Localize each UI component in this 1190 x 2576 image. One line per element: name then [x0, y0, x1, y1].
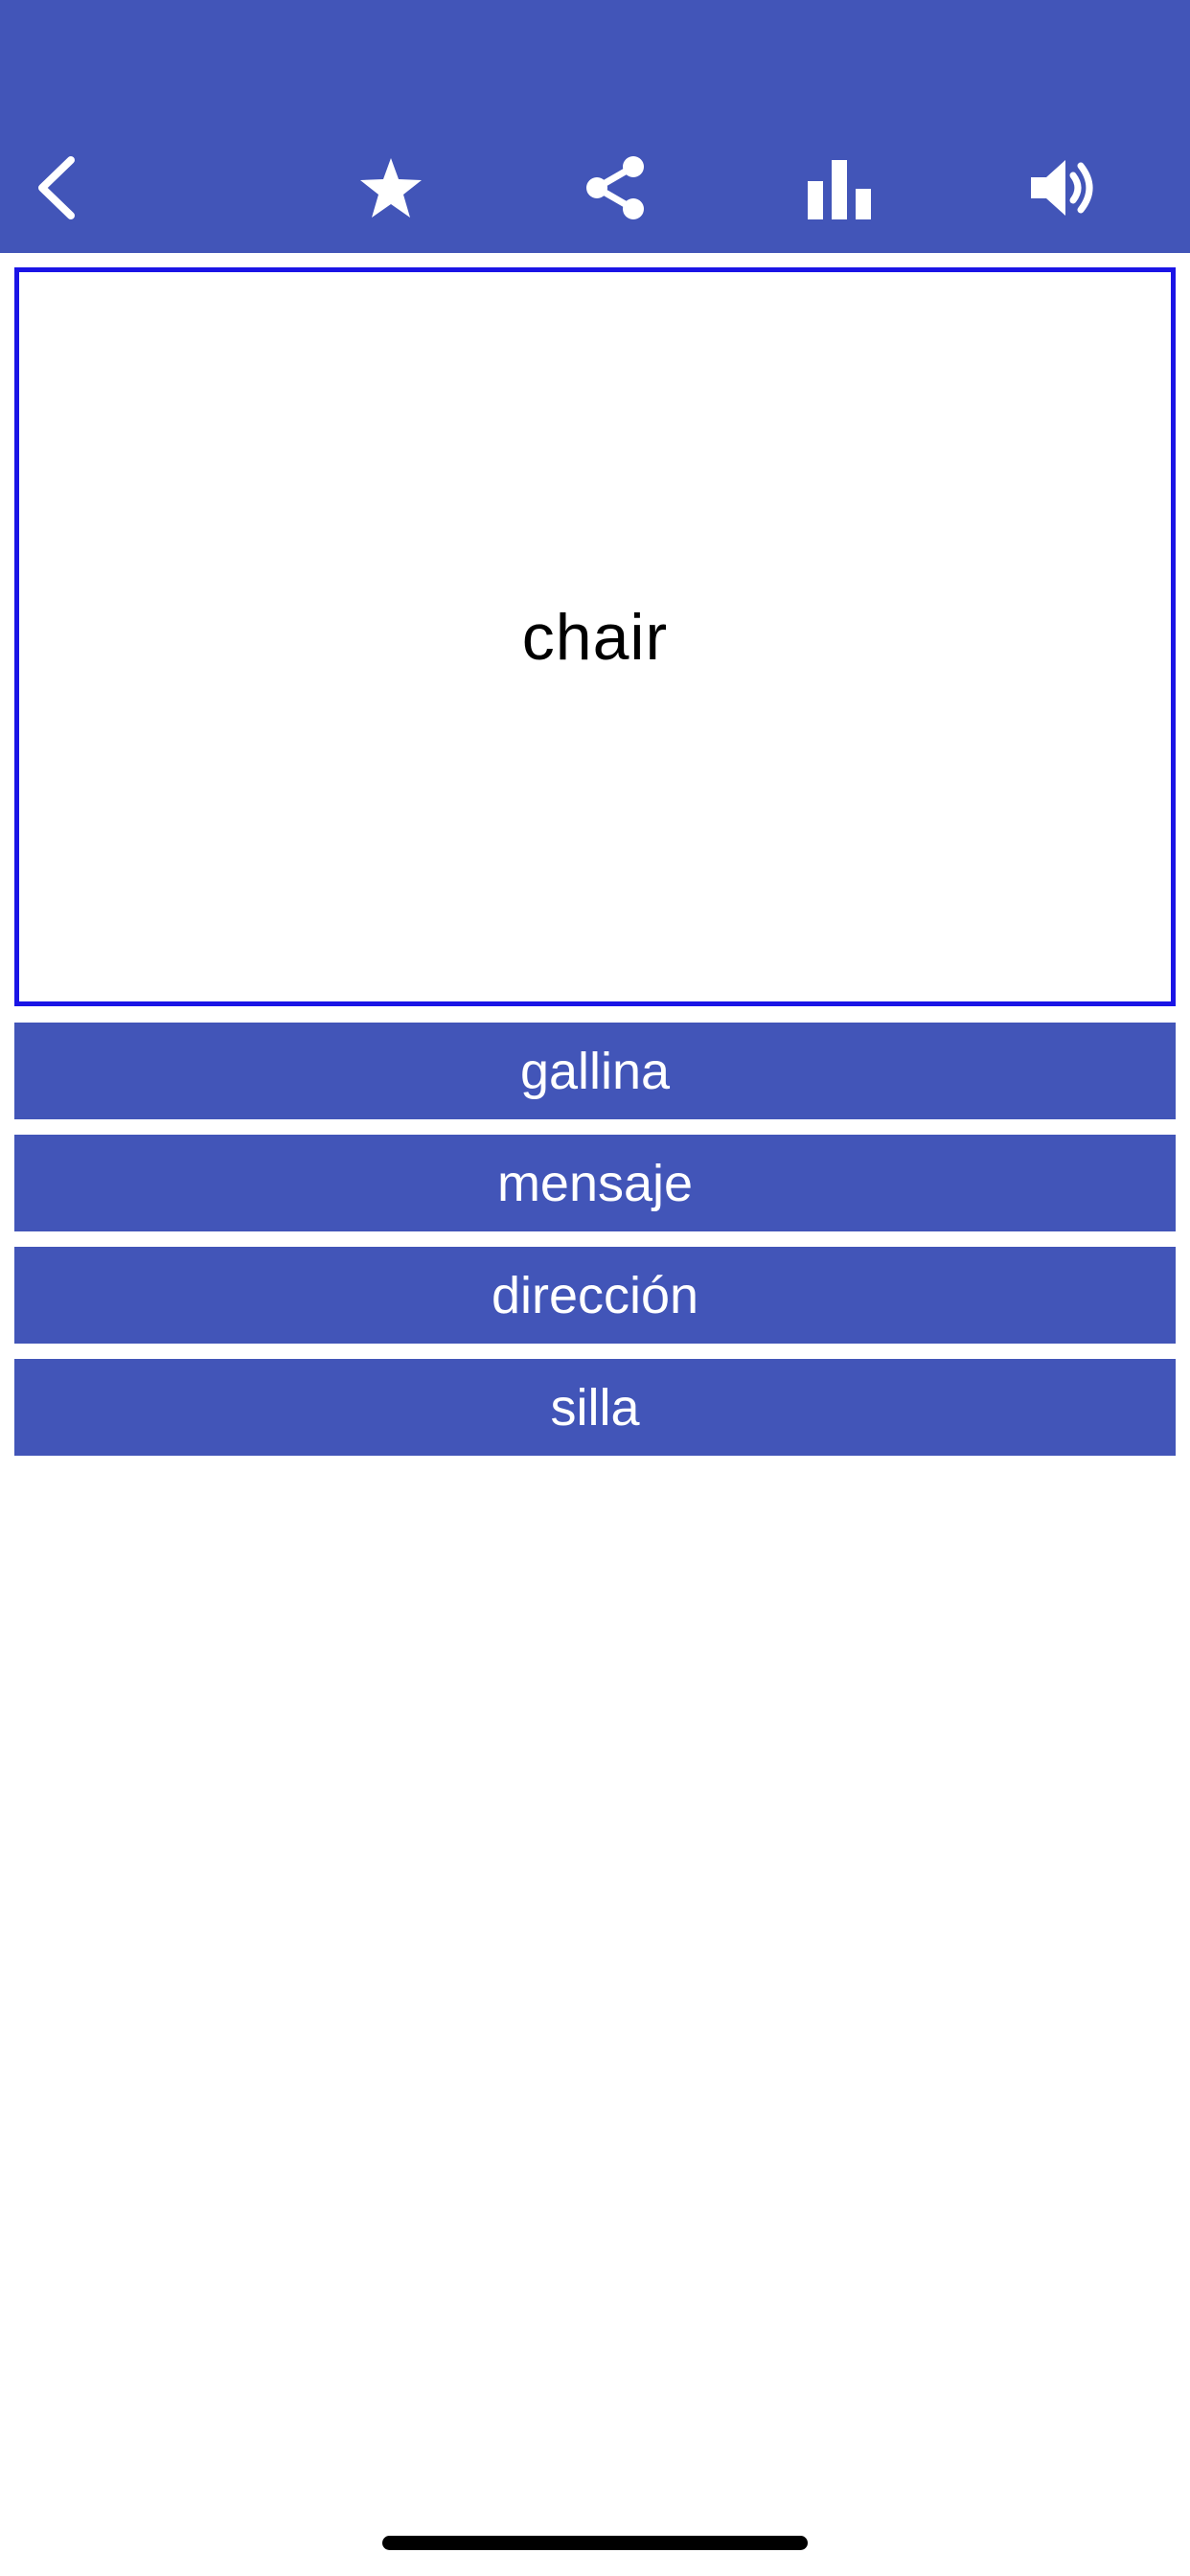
- flashcard[interactable]: chair: [14, 267, 1176, 1006]
- share-icon: [586, 156, 644, 219]
- favorite-button[interactable]: [345, 142, 437, 234]
- back-button[interactable]: [11, 142, 103, 234]
- answer-option[interactable]: gallina: [14, 1023, 1176, 1119]
- flashcard-word: chair: [521, 600, 669, 674]
- answer-list: gallina mensaje dirección silla: [14, 1023, 1176, 1471]
- answer-option[interactable]: dirección: [14, 1247, 1176, 1344]
- answer-option[interactable]: mensaje: [14, 1135, 1176, 1231]
- star-icon: [360, 158, 422, 218]
- back-chevron-icon: [38, 156, 75, 219]
- bar-chart-icon: [808, 160, 871, 219]
- top-toolbar: [0, 0, 1190, 253]
- speaker-icon: [1031, 160, 1093, 216]
- sound-button[interactable]: [1018, 142, 1110, 234]
- share-button[interactable]: [569, 142, 661, 234]
- answer-option[interactable]: silla: [14, 1359, 1176, 1456]
- home-indicator[interactable]: [382, 2536, 808, 2550]
- statistics-button[interactable]: [793, 142, 885, 234]
